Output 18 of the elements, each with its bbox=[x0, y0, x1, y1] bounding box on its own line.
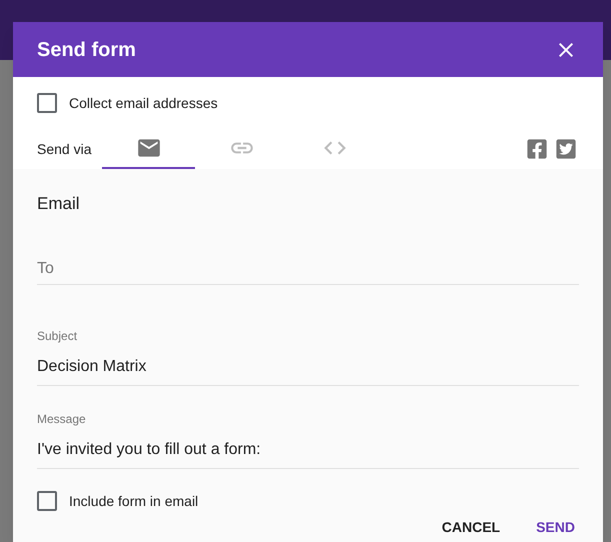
cancel-button[interactable]: CANCEL bbox=[430, 512, 512, 542]
checkbox-label: Include form in email bbox=[69, 492, 198, 510]
field-label: Subject bbox=[37, 328, 78, 344]
send-via-label: Send via bbox=[37, 140, 92, 158]
dialog-title: Send form bbox=[37, 38, 136, 62]
field-value: I've invited you to fill out a form: bbox=[37, 440, 261, 460]
checkbox[interactable] bbox=[37, 93, 57, 113]
recipient-field[interactable]: To bbox=[37, 254, 579, 284]
text-field[interactable]: Message I've invited you to fill out a form: bbox=[37, 410, 579, 468]
field-value: Decision Matrix bbox=[37, 356, 146, 376]
checkbox-label: Collect email addresses bbox=[69, 94, 218, 112]
text-field[interactable]: Subject Decision Matrix bbox=[37, 326, 579, 386]
checkbox[interactable] bbox=[37, 491, 57, 511]
facebook-icon[interactable] bbox=[526, 138, 548, 160]
field-label: Message bbox=[37, 410, 86, 428]
twitter-icon[interactable] bbox=[555, 138, 577, 160]
send-button[interactable]: SEND bbox=[524, 512, 587, 542]
section-title: Email bbox=[37, 193, 80, 215]
